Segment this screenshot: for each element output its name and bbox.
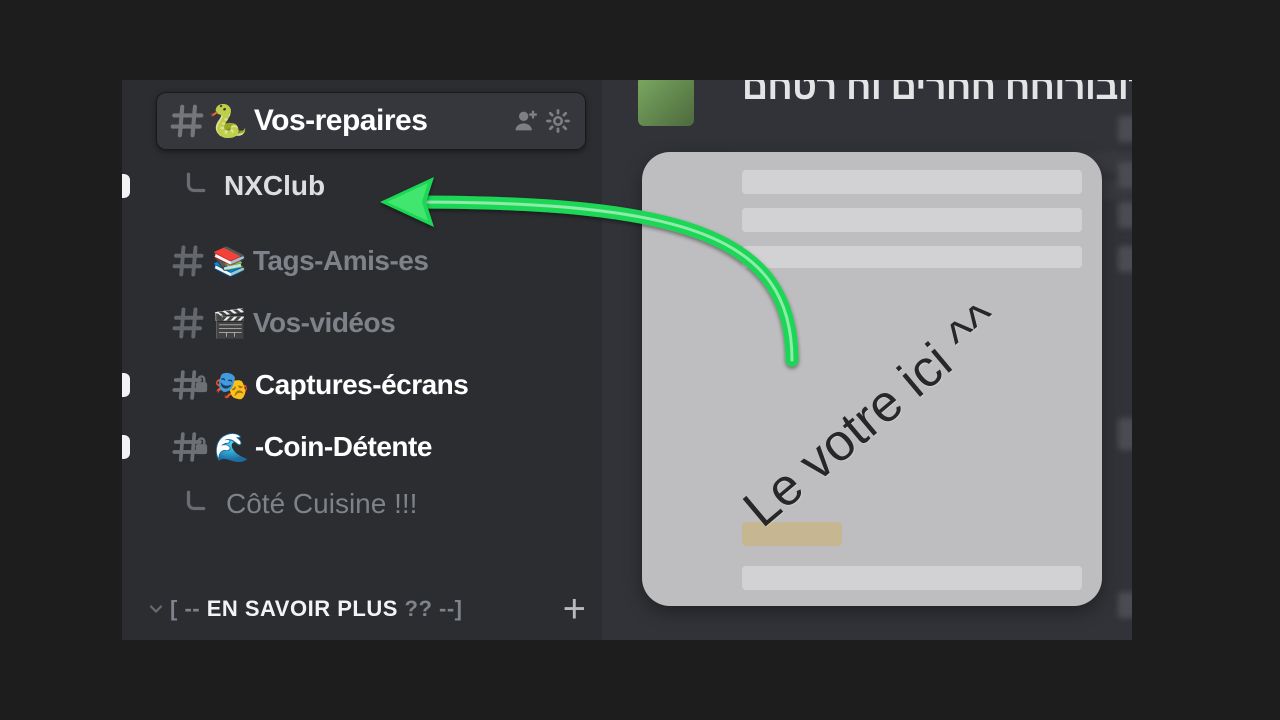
channel-label: Captures-écrans: [255, 369, 468, 401]
channel-item[interactable]: 🎭Captures-écrans: [122, 354, 602, 416]
channel-label: -Coin-Détente: [255, 431, 432, 463]
channel-item[interactable]: 🎬Vos-vidéos: [122, 292, 602, 354]
channel-emoji: 🌊: [214, 431, 249, 464]
app-window: 🐍 Vos-repaires: [122, 80, 1132, 640]
unread-pill: [122, 435, 130, 459]
thread-elbow-icon: [182, 488, 208, 514]
unread-pill: [122, 174, 130, 198]
active-channel-header[interactable]: 🐍 Vos-repaires: [156, 92, 586, 150]
unread-pill: [122, 373, 130, 397]
thread-label: NXClub: [224, 170, 325, 202]
hash-icon: [170, 305, 206, 341]
channel-emoji: 📚: [212, 245, 247, 278]
chevron-down-icon: [146, 599, 166, 619]
blurred-text: [1118, 592, 1132, 618]
channel-item[interactable]: 🌊-Coin-Détente: [122, 416, 602, 478]
channel-emoji: 🐍: [208, 102, 248, 140]
blurred-text: [1118, 202, 1132, 228]
channel-header-actions: [512, 107, 572, 135]
channel-item[interactable]: 📚Tags-Amis-es: [122, 230, 602, 292]
channel-label: Tags-Amis-es: [253, 245, 429, 277]
channel-label: Vos-vidéos: [253, 307, 395, 339]
gear-icon[interactable]: [544, 107, 572, 135]
hash-lock-icon: [170, 367, 210, 403]
hash-lock-icon: [170, 429, 210, 465]
category-label: [ -- EN SAVOIR PLUS ?? --]: [170, 596, 462, 622]
chat-message-truncated: בורב מרובורוחח חחרים וח רטחם: [742, 80, 1132, 108]
avatar[interactable]: [638, 80, 694, 126]
thread-elbow-icon: [182, 170, 208, 196]
channel-emoji: 🎬: [212, 307, 247, 340]
thread-nxclub[interactable]: NXClub: [122, 160, 602, 212]
channel-sidebar: 🐍 Vos-repaires: [122, 80, 602, 640]
note-text: Le votre ici ^^: [732, 291, 1012, 539]
blurred-text: [1118, 246, 1132, 272]
blurred-text: [1118, 116, 1132, 142]
thread-cote-cuisine[interactable]: Côté Cuisine !!!: [122, 478, 602, 530]
channel-title: Vos-repaires: [254, 104, 428, 138]
chat-area: בורב מרובורוחח חחרים וח רטחם Le votre ic…: [602, 80, 1132, 640]
add-channel-button[interactable]: +: [563, 599, 586, 619]
thread-label: Côté Cuisine !!!: [226, 488, 417, 520]
hash-icon: [168, 102, 206, 140]
add-member-icon[interactable]: [512, 107, 540, 135]
channel-emoji: 🎭: [214, 369, 249, 402]
category-en-savoir-plus[interactable]: [ -- EN SAVOIR PLUS ?? --] +: [146, 596, 586, 622]
blurred-text: [1118, 418, 1132, 450]
note-card: Le votre ici ^^: [642, 152, 1102, 606]
hash-icon: [170, 243, 206, 279]
